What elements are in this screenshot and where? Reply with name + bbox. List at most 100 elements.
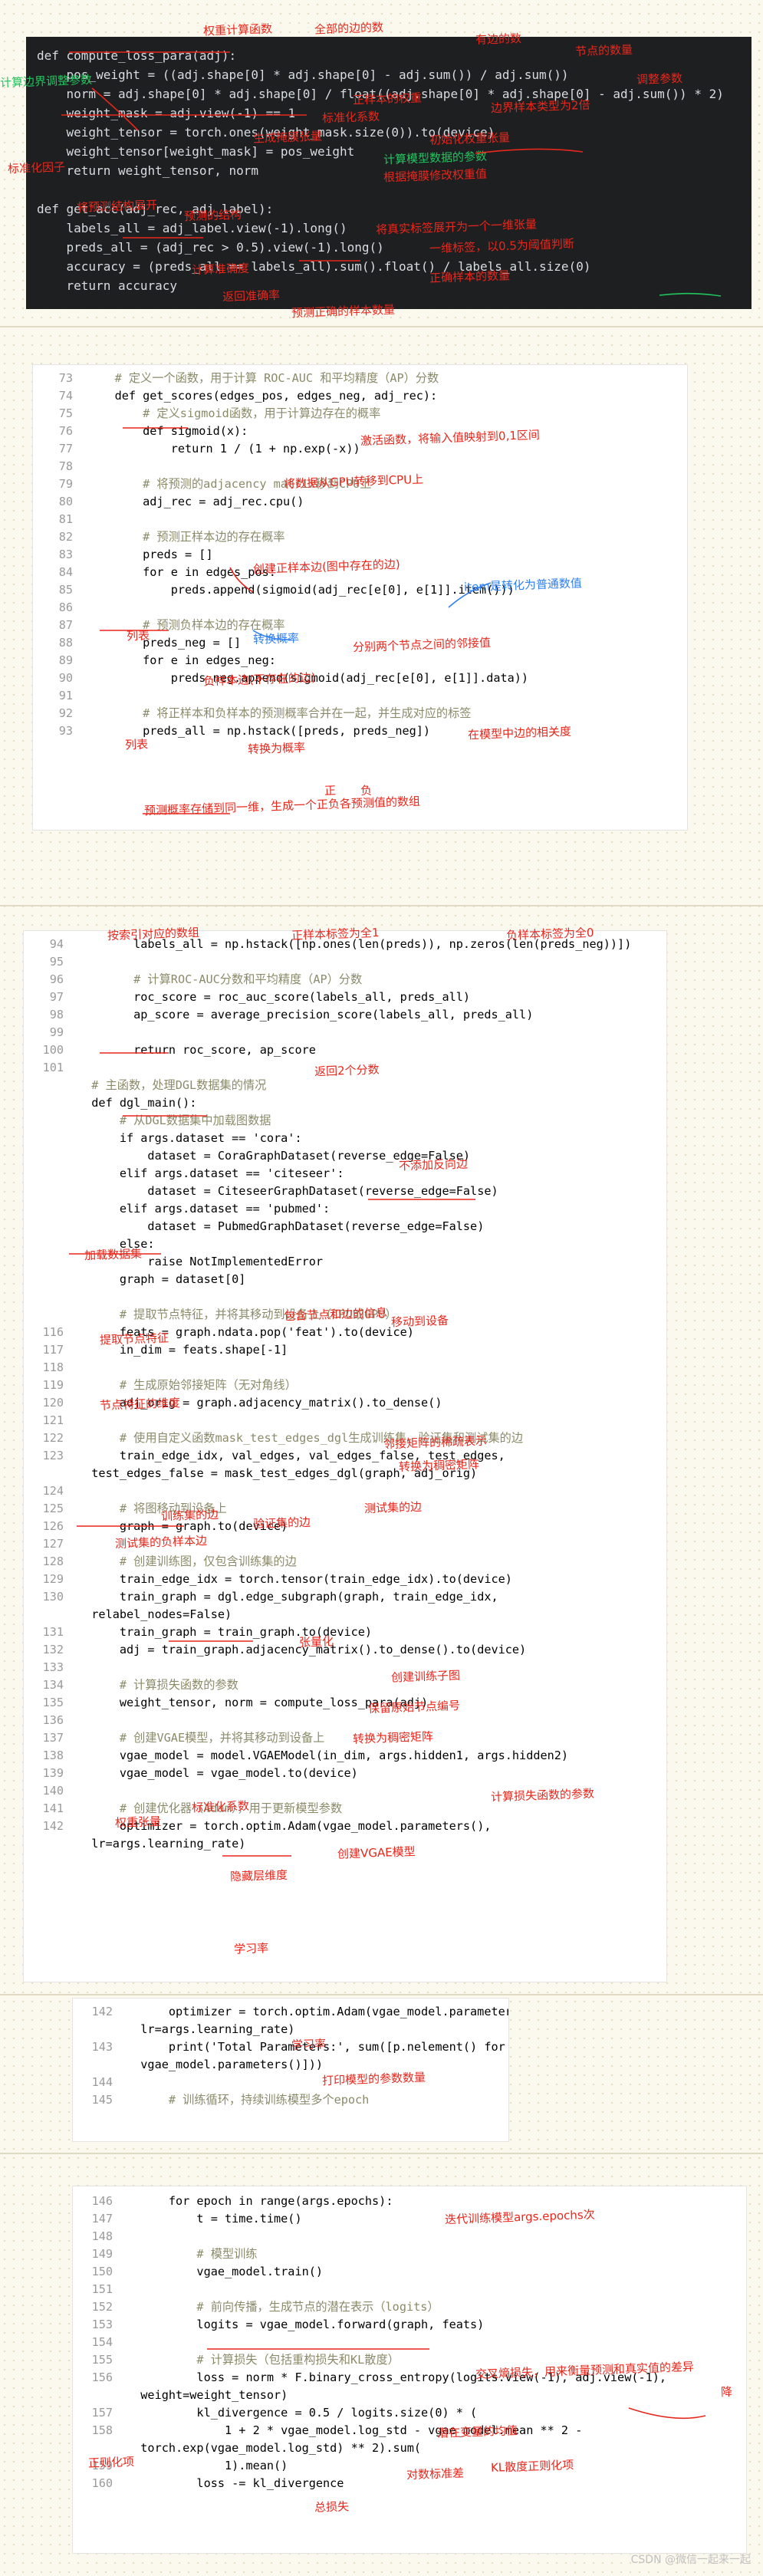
line-number: 126	[42, 1519, 64, 1533]
handwritten-annotation: 验证集的边	[252, 1515, 311, 1531]
code-lines: 73 # 定义一个函数，用于计算 ROC-AUC 和平均精度（AP）分数 74 d…	[38, 370, 687, 740]
code-line: def compute_loss_para(adj):	[37, 46, 751, 65]
handwritten-annotation: 正	[324, 783, 337, 798]
line-number: 124	[42, 1484, 64, 1498]
handwritten-annotation: 标准化系数	[191, 1798, 250, 1815]
line-number: 144	[91, 2075, 113, 2089]
code-line: 86	[38, 599, 687, 617]
line-number: 87	[58, 618, 73, 632]
code-line: 91	[38, 687, 687, 705]
line-number: 86	[58, 600, 73, 614]
code-line: 92 # 将正样本和负样本的预测概率合并在一起，并生成对应的标签	[38, 705, 687, 722]
handwritten-annotation: 降	[720, 2384, 733, 2400]
line-number: 123	[42, 1449, 64, 1462]
code-text: # 训练循环，持续训练模型多个epoch	[127, 2093, 370, 2107]
line-number: 94	[49, 937, 64, 951]
code-line: if args.dataset == 'cora':	[28, 1130, 666, 1147]
code-text: # 预测正样本边的存在概率	[87, 530, 285, 544]
code-line: preds_all = (adj_rec > 0.5).view(-1).lon…	[37, 238, 751, 257]
handwritten-annotation: 不添加反向边	[398, 1156, 469, 1173]
code-line: # 从DGL数据集中加载图数据	[28, 1112, 666, 1130]
handwritten-annotation: 加载数据集	[84, 1246, 143, 1263]
line-number: 73	[58, 371, 73, 385]
code-text: for epoch in range(args.epochs):	[127, 2194, 393, 2208]
handwritten-annotation: 正确样本的数量	[429, 268, 511, 285]
code-line: elif args.dataset == 'citeseer':	[28, 1165, 666, 1183]
line-number: 96	[49, 972, 64, 986]
code-text: # 定义sigmoid函数，用于计算边存在的概率	[87, 406, 381, 420]
code-line: 148	[77, 2228, 746, 2245]
code-line: 95	[28, 953, 666, 971]
handwritten-annotation: 预测的结构	[183, 207, 242, 224]
code-line: 152 # 前向传播，生成节点的潜在表示（logits）	[77, 2298, 746, 2316]
code-text: # 从DGL数据集中加载图数据	[77, 1114, 271, 1127]
code-line: 130 train_graph = dgl.edge_subgraph(grap…	[28, 1588, 666, 1606]
handwritten-annotation: 标准化系数	[321, 109, 380, 126]
code-text: def get_scores(edges_pos, edges_neg, adj…	[87, 389, 438, 403]
line-number: 143	[91, 2040, 113, 2054]
watermark: CSDN @微信一起来一起	[630, 2554, 751, 2566]
line-number: 122	[42, 1431, 64, 1445]
line-number: 155	[91, 2353, 113, 2367]
code-text: graph = dataset[0]	[77, 1272, 246, 1286]
code-line: test_edges_false = mask_test_edges_dgl(g…	[28, 1465, 666, 1482]
code-line: 138 vgae_model = model.VGAEModel(in_dim,…	[28, 1747, 666, 1765]
line-number: 132	[42, 1643, 64, 1656]
code-text: # 预测负样本边的存在概率	[87, 618, 285, 632]
code-text: dataset = PubmedGraphDataset(reverse_edg…	[77, 1219, 485, 1233]
line-number: 149	[91, 2247, 113, 2261]
line-number: 134	[42, 1678, 64, 1692]
line-number: 142	[91, 2005, 113, 2018]
code-panel-optimizer: 142 optimizer = torch.optim.Adam(vgae_mo…	[72, 1998, 509, 2142]
code-text: logits = vgae_model.forward(graph, feats…	[127, 2318, 485, 2331]
handwritten-annotation: 提取节点特征	[99, 1331, 169, 1347]
line-number: 81	[58, 512, 73, 526]
handwritten-annotation: 转换概率	[252, 630, 300, 647]
handwritten-annotation: 转换为稠密矩阵	[398, 1457, 480, 1474]
code-line: 139 vgae_model = vgae_model.to(device)	[28, 1765, 666, 1782]
code-line: def dgl_main():	[28, 1094, 666, 1112]
code-line: dataset = PubmedGraphDataset(reverse_edg…	[28, 1218, 666, 1235]
line-number: 98	[49, 1008, 64, 1022]
code-text: loss -= kl_divergence	[127, 2476, 344, 2490]
code-lines: 146 for epoch in range(args.epochs): 147 …	[77, 2193, 746, 2492]
code-text: vgae_model.train()	[127, 2265, 324, 2278]
code-text: # 创建训练图，仅包含训练集的边	[77, 1554, 297, 1568]
code-text: 1).mean()	[127, 2459, 288, 2472]
code-line: 118	[28, 1359, 666, 1377]
line-number: 135	[42, 1696, 64, 1709]
code-line: 142 optimizer = torch.optim.Adam(vgae_mo…	[77, 2003, 508, 2021]
code-lines: 142 optimizer = torch.optim.Adam(vgae_mo…	[77, 2003, 508, 2109]
code-text: relabel_nodes=False)	[77, 1607, 232, 1621]
code-line: 100 return roc_score, ap_score	[28, 1041, 666, 1059]
handwritten-annotation: 标准化因子	[7, 160, 66, 176]
code-text: # 定义一个函数，用于计算 ROC-AUC 和平均精度（AP）分数	[87, 371, 439, 385]
handwritten-annotation: 创建训练子图	[390, 1668, 461, 1685]
line-number: 78	[58, 459, 73, 473]
line-number: 75	[58, 406, 73, 420]
handwritten-annotation: 权重计算函数	[202, 21, 273, 38]
line-number: 120	[42, 1396, 64, 1410]
line-number: 154	[91, 2335, 113, 2349]
code-line: 134 # 计算损失函数的参数	[28, 1676, 666, 1694]
code-text: dataset = CiteseerGraphDataset(reverse_e…	[77, 1184, 498, 1198]
code-line: weight_tensor = torch.ones(weight_mask.s…	[37, 123, 751, 142]
code-text: train_graph = dgl.edge_subgraph(graph, t…	[77, 1590, 498, 1604]
code-text: roc_score = roc_auc_score(labels_all, pr…	[77, 990, 471, 1004]
line-number: 95	[49, 955, 64, 969]
handwritten-annotation: 按索引对应的数组	[107, 925, 200, 943]
handwritten-annotation: 总损失	[314, 2499, 350, 2515]
line-number: 121	[42, 1413, 64, 1427]
code-text: def sigmoid(x):	[87, 424, 248, 438]
line-number: 160	[91, 2476, 113, 2490]
handwritten-annotation: 有边的数	[475, 31, 522, 48]
code-line: 125 # 将图移动到设备上	[28, 1500, 666, 1518]
code-line: 75 # 定义sigmoid函数，用于计算边存在的概率	[38, 405, 687, 423]
code-text: ap_score = average_precision_score(label…	[77, 1008, 534, 1022]
handwritten-annotation: 正样本的权重	[352, 90, 423, 107]
code-line: torch.exp(vgae_model.log_std) ** 2).sum(	[77, 2439, 746, 2457]
code-line: 131 train_graph = train_graph.to(device)	[28, 1624, 666, 1641]
handwritten-annotation: 调整参数	[636, 71, 683, 87]
code-line: 137 # 创建VGAE模型，并将其移动到设备上	[28, 1729, 666, 1747]
handwritten-annotation: KL散度正则化项	[490, 2458, 574, 2475]
